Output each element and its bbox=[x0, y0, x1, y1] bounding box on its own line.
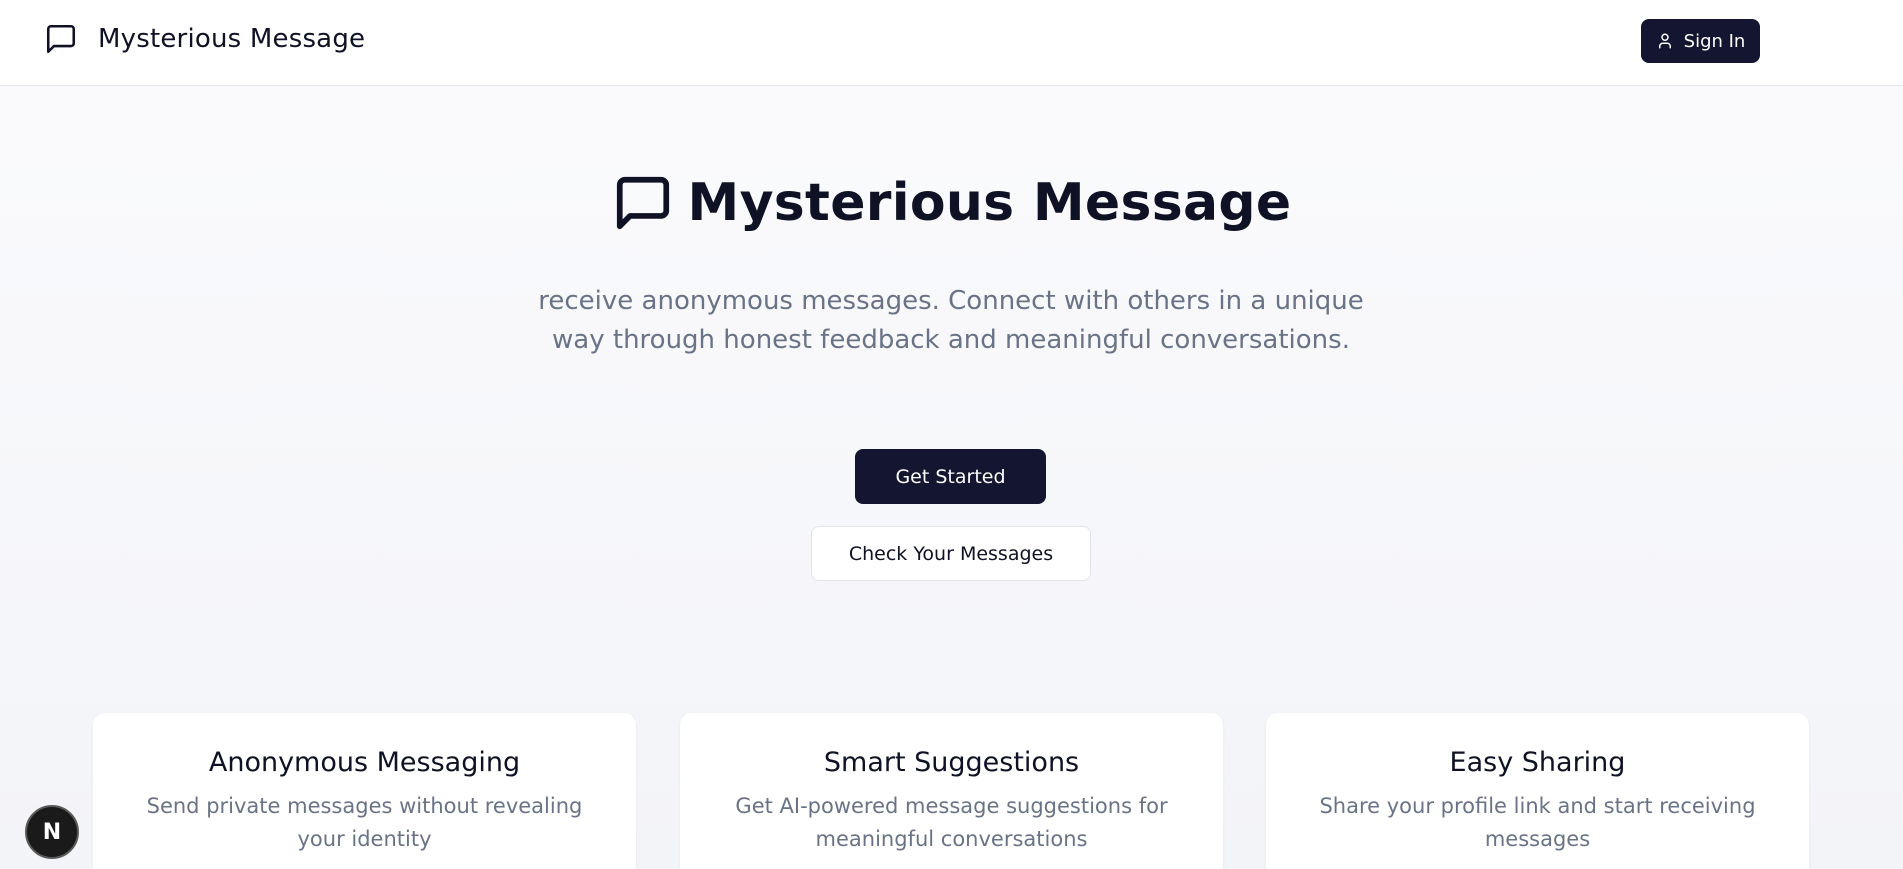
feature-description: Send private messages without revealing … bbox=[146, 794, 583, 851]
page: Mysterious Message Sign In Mysterious Me… bbox=[0, 0, 1903, 869]
feature-title: Smart Suggestions bbox=[823, 747, 1080, 778]
hero-subtitle: receive anonymous messages. Connect with… bbox=[538, 286, 1364, 355]
feature-title: Anonymous Messaging bbox=[208, 747, 521, 778]
check-messages-button[interactable]: Check Your Messages bbox=[811, 526, 1091, 581]
feature-card: Anonymous Messaging Send private message… bbox=[93, 713, 636, 869]
message-square-icon bbox=[616, 176, 669, 230]
user-icon bbox=[1658, 33, 1671, 49]
hero-heading: Mysterious Message bbox=[0, 172, 1903, 234]
feature-card: Smart Suggestions Get AI-powered message… bbox=[680, 713, 1223, 869]
brand-name: Mysterious Message bbox=[98, 24, 366, 54]
hero-title: Mysterious Message bbox=[687, 173, 1292, 233]
feature-description: Share your profile link and start receiv… bbox=[1319, 794, 1756, 851]
sign-in-label: Sign In bbox=[1683, 30, 1746, 52]
feature-card: Easy Sharing Share your profile link and… bbox=[1266, 713, 1809, 869]
site-header: Mysterious Message Sign In bbox=[0, 0, 1903, 86]
get-started-button[interactable]: Get Started bbox=[855, 449, 1046, 504]
sign-in-button[interactable]: Sign In bbox=[1641, 19, 1760, 63]
nextjs-dev-badge[interactable]: N bbox=[25, 805, 79, 859]
message-square-icon bbox=[46, 24, 76, 54]
brand[interactable]: Mysterious Message bbox=[44, 22, 365, 56]
feature-description: Get AI-powered message suggestions for m… bbox=[735, 794, 1168, 851]
feature-title: Easy Sharing bbox=[1449, 747, 1626, 778]
